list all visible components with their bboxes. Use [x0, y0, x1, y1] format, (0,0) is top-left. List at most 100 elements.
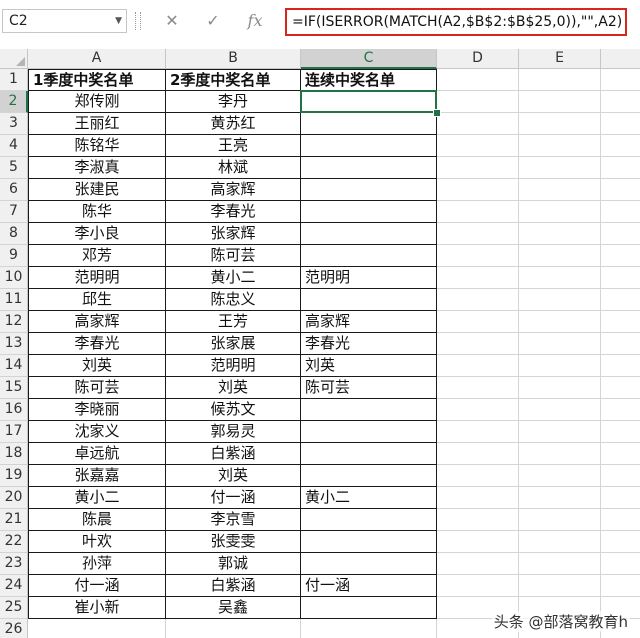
row-header[interactable]: 6: [0, 179, 28, 201]
empty-cell[interactable]: [601, 465, 640, 487]
empty-cell[interactable]: [437, 157, 519, 179]
empty-cell[interactable]: [437, 91, 519, 113]
table-cell[interactable]: 张嘉嘉: [28, 465, 166, 487]
row-header[interactable]: 7: [0, 201, 28, 223]
row-header[interactable]: 19: [0, 465, 28, 487]
table-cell[interactable]: 张家辉: [166, 223, 301, 245]
empty-cell[interactable]: [519, 355, 601, 377]
empty-cell[interactable]: [601, 267, 640, 289]
empty-cell[interactable]: [601, 91, 640, 113]
empty-cell[interactable]: [519, 69, 601, 91]
header-cell[interactable]: 2季度中奖名单: [166, 69, 301, 91]
empty-cell[interactable]: [437, 465, 519, 487]
table-cell[interactable]: [166, 619, 301, 638]
row-header[interactable]: 17: [0, 421, 28, 443]
empty-cell[interactable]: [519, 311, 601, 333]
table-cell[interactable]: 范明明: [301, 267, 437, 289]
row-header[interactable]: 9: [0, 245, 28, 267]
table-cell[interactable]: 李小良: [28, 223, 166, 245]
empty-cell[interactable]: [437, 531, 519, 553]
empty-cell[interactable]: [601, 333, 640, 355]
column-header-e[interactable]: E: [519, 49, 601, 69]
empty-cell[interactable]: [437, 421, 519, 443]
table-cell[interactable]: 刘英: [166, 377, 301, 399]
empty-cell[interactable]: [519, 553, 601, 575]
table-cell[interactable]: [301, 443, 437, 465]
empty-cell[interactable]: [601, 201, 640, 223]
empty-cell[interactable]: [437, 245, 519, 267]
empty-cell[interactable]: [519, 289, 601, 311]
table-cell[interactable]: 黄小二: [301, 487, 437, 509]
empty-cell[interactable]: [519, 333, 601, 355]
table-cell[interactable]: 范明明: [28, 267, 166, 289]
table-cell[interactable]: [301, 465, 437, 487]
column-header-a[interactable]: A: [28, 49, 166, 69]
row-header[interactable]: 24: [0, 575, 28, 597]
empty-cell[interactable]: [519, 377, 601, 399]
table-cell[interactable]: 李春光: [28, 333, 166, 355]
table-cell[interactable]: [301, 421, 437, 443]
cancel-icon[interactable]: ✕: [158, 9, 186, 33]
empty-cell[interactable]: [601, 69, 640, 91]
table-cell[interactable]: 张建民: [28, 179, 166, 201]
table-cell[interactable]: 卓远航: [28, 443, 166, 465]
empty-cell[interactable]: [437, 135, 519, 157]
empty-cell[interactable]: [437, 113, 519, 135]
row-header[interactable]: 15: [0, 377, 28, 399]
row-header[interactable]: 2: [0, 91, 28, 113]
empty-cell[interactable]: [519, 575, 601, 597]
table-cell[interactable]: 陈可芸: [301, 377, 437, 399]
empty-cell[interactable]: [601, 245, 640, 267]
table-cell[interactable]: [301, 245, 437, 267]
empty-cell[interactable]: [519, 487, 601, 509]
empty-cell[interactable]: [437, 267, 519, 289]
empty-cell[interactable]: [601, 355, 640, 377]
row-header[interactable]: 22: [0, 531, 28, 553]
empty-cell[interactable]: [519, 443, 601, 465]
empty-cell[interactable]: [519, 157, 601, 179]
row-header[interactable]: 1: [0, 69, 28, 91]
header-cell[interactable]: 连续中奖名单: [301, 69, 437, 91]
empty-cell[interactable]: [519, 201, 601, 223]
table-cell[interactable]: 高家辉: [28, 311, 166, 333]
empty-cell[interactable]: [601, 289, 640, 311]
row-header[interactable]: 16: [0, 399, 28, 421]
table-cell[interactable]: [301, 619, 437, 638]
table-cell[interactable]: [301, 289, 437, 311]
table-cell[interactable]: 付一涵: [28, 575, 166, 597]
empty-cell[interactable]: [437, 201, 519, 223]
table-cell[interactable]: 邓芳: [28, 245, 166, 267]
table-cell[interactable]: 李春光: [301, 333, 437, 355]
table-cell[interactable]: 郭易灵: [166, 421, 301, 443]
empty-cell[interactable]: [437, 289, 519, 311]
table-cell[interactable]: 林斌: [166, 157, 301, 179]
table-cell[interactable]: [301, 531, 437, 553]
table-cell[interactable]: 郭诚: [166, 553, 301, 575]
empty-cell[interactable]: [601, 179, 640, 201]
empty-cell[interactable]: [601, 113, 640, 135]
empty-cell[interactable]: [601, 377, 640, 399]
empty-cell[interactable]: [601, 553, 640, 575]
table-cell[interactable]: 王亮: [166, 135, 301, 157]
column-header-b[interactable]: B: [166, 49, 301, 69]
table-cell[interactable]: 陈忠义: [166, 289, 301, 311]
table-cell[interactable]: 郑传刚: [28, 91, 166, 113]
table-cell[interactable]: 陈铭华: [28, 135, 166, 157]
empty-cell[interactable]: [437, 575, 519, 597]
empty-cell[interactable]: [437, 355, 519, 377]
insert-function-icon[interactable]: fx: [241, 9, 269, 33]
row-header[interactable]: 23: [0, 553, 28, 575]
row-header[interactable]: 26: [0, 619, 28, 638]
table-cell[interactable]: 叶欢: [28, 531, 166, 553]
table-cell[interactable]: 刘英: [166, 465, 301, 487]
table-cell[interactable]: 付一涵: [301, 575, 437, 597]
table-cell[interactable]: 黄小二: [166, 267, 301, 289]
row-header[interactable]: 25: [0, 597, 28, 619]
empty-cell[interactable]: [601, 157, 640, 179]
table-cell[interactable]: [301, 399, 437, 421]
formula-input[interactable]: =IF(ISERROR(MATCH(A2,$B$2:$B$25,0)),"",A…: [285, 8, 627, 36]
empty-cell[interactable]: [601, 399, 640, 421]
empty-cell[interactable]: [437, 311, 519, 333]
empty-cell[interactable]: [519, 421, 601, 443]
table-cell[interactable]: [301, 597, 437, 619]
